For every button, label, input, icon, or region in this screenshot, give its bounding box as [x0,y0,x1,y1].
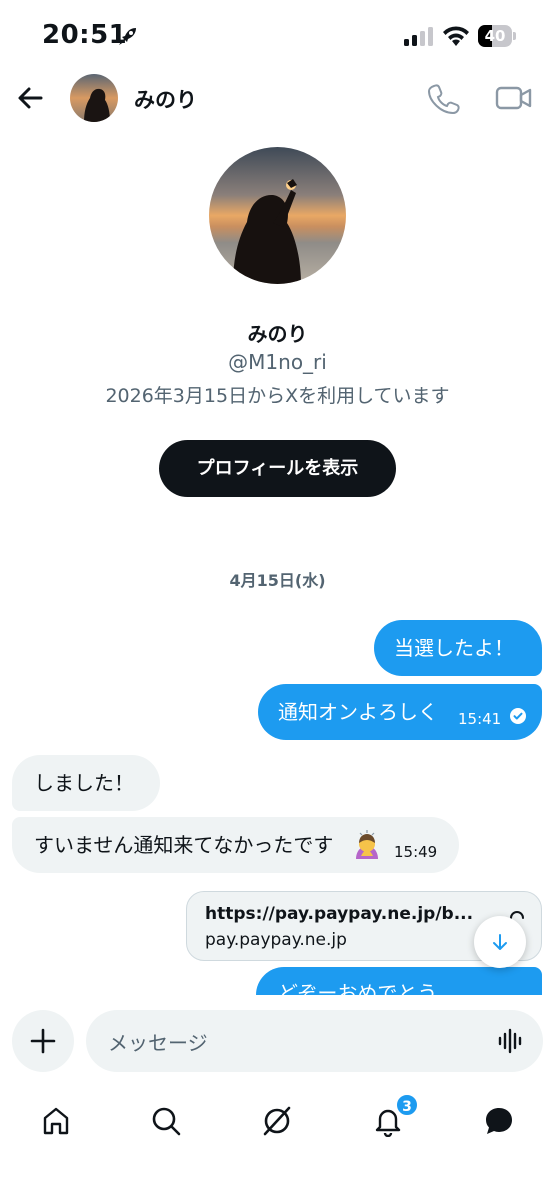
message-bubble-incoming[interactable]: すいません通知来てなかったです 15:49 [12,817,459,873]
battery-level: 40 [484,27,506,45]
message-input[interactable]: メッセージ [86,1010,543,1072]
back-arrow-icon[interactable] [12,80,48,116]
arrow-down-icon [493,934,507,950]
view-profile-button[interactable]: プロフィールを表示 [159,440,396,497]
status-time: 20:51 [42,20,128,50]
plus-icon [30,1028,56,1054]
message-text: すいません通知来てなかったです [34,833,334,857]
message-bubble-outgoing[interactable]: 当選したよ！ [374,620,542,676]
message-text: 通知オンよろしく [278,700,438,724]
nav-search[interactable] [144,1099,188,1143]
wifi-icon [443,26,469,46]
search-icon [152,1107,181,1136]
message-composer: メッセージ [0,995,555,1085]
nav-home[interactable] [34,1099,78,1143]
conversation-header: みのり [0,68,555,128]
nav-messages[interactable] [477,1099,521,1143]
video-icon[interactable] [494,80,534,116]
profile-joined-date: 2026年3月15日からXを利用しています [105,385,450,407]
message-placeholder: メッセージ [108,1031,208,1055]
bottom-navigation: 3 [0,1085,555,1200]
profile-name: みのり [247,322,308,346]
read-check-icon [510,708,526,724]
battery-icon: 40 [478,25,516,47]
profile-avatar[interactable] [209,147,346,284]
header-name[interactable]: みのり [134,84,197,114]
link-title: https://pay.paypay.ne.jp/b... [205,904,474,924]
profile-handle: @M1no_ri [228,350,327,374]
header-avatar[interactable] [70,74,118,122]
message-time: 15:41 [458,710,502,728]
status-bar: 20:51 40 [0,0,555,60]
notification-count-badge: 3 [395,1093,419,1117]
message-bubble-outgoing[interactable]: 通知オンよろしく 15:41 [258,684,542,740]
message-text: しました！ [34,771,134,795]
rocket-icon [119,28,136,45]
message-time: 15:49 [394,843,438,861]
messages-icon [486,1108,512,1134]
home-icon [43,1107,69,1135]
add-attachment-button[interactable] [12,1010,74,1072]
message-text: 当選したよ！ [394,636,514,660]
nav-grok[interactable] [255,1099,299,1143]
phone-icon[interactable] [426,80,462,116]
voice-icon[interactable] [497,1027,525,1055]
signal-icon [404,27,433,46]
scroll-to-bottom-button[interactable] [474,916,526,968]
message-bubble-incoming[interactable]: しました！ [12,755,160,811]
bowing-person-emoji-icon [356,830,378,859]
grok-icon [263,1106,291,1136]
date-separator: 4月15日(水) [229,571,326,590]
link-domain: pay.paypay.ne.jp [205,930,347,950]
